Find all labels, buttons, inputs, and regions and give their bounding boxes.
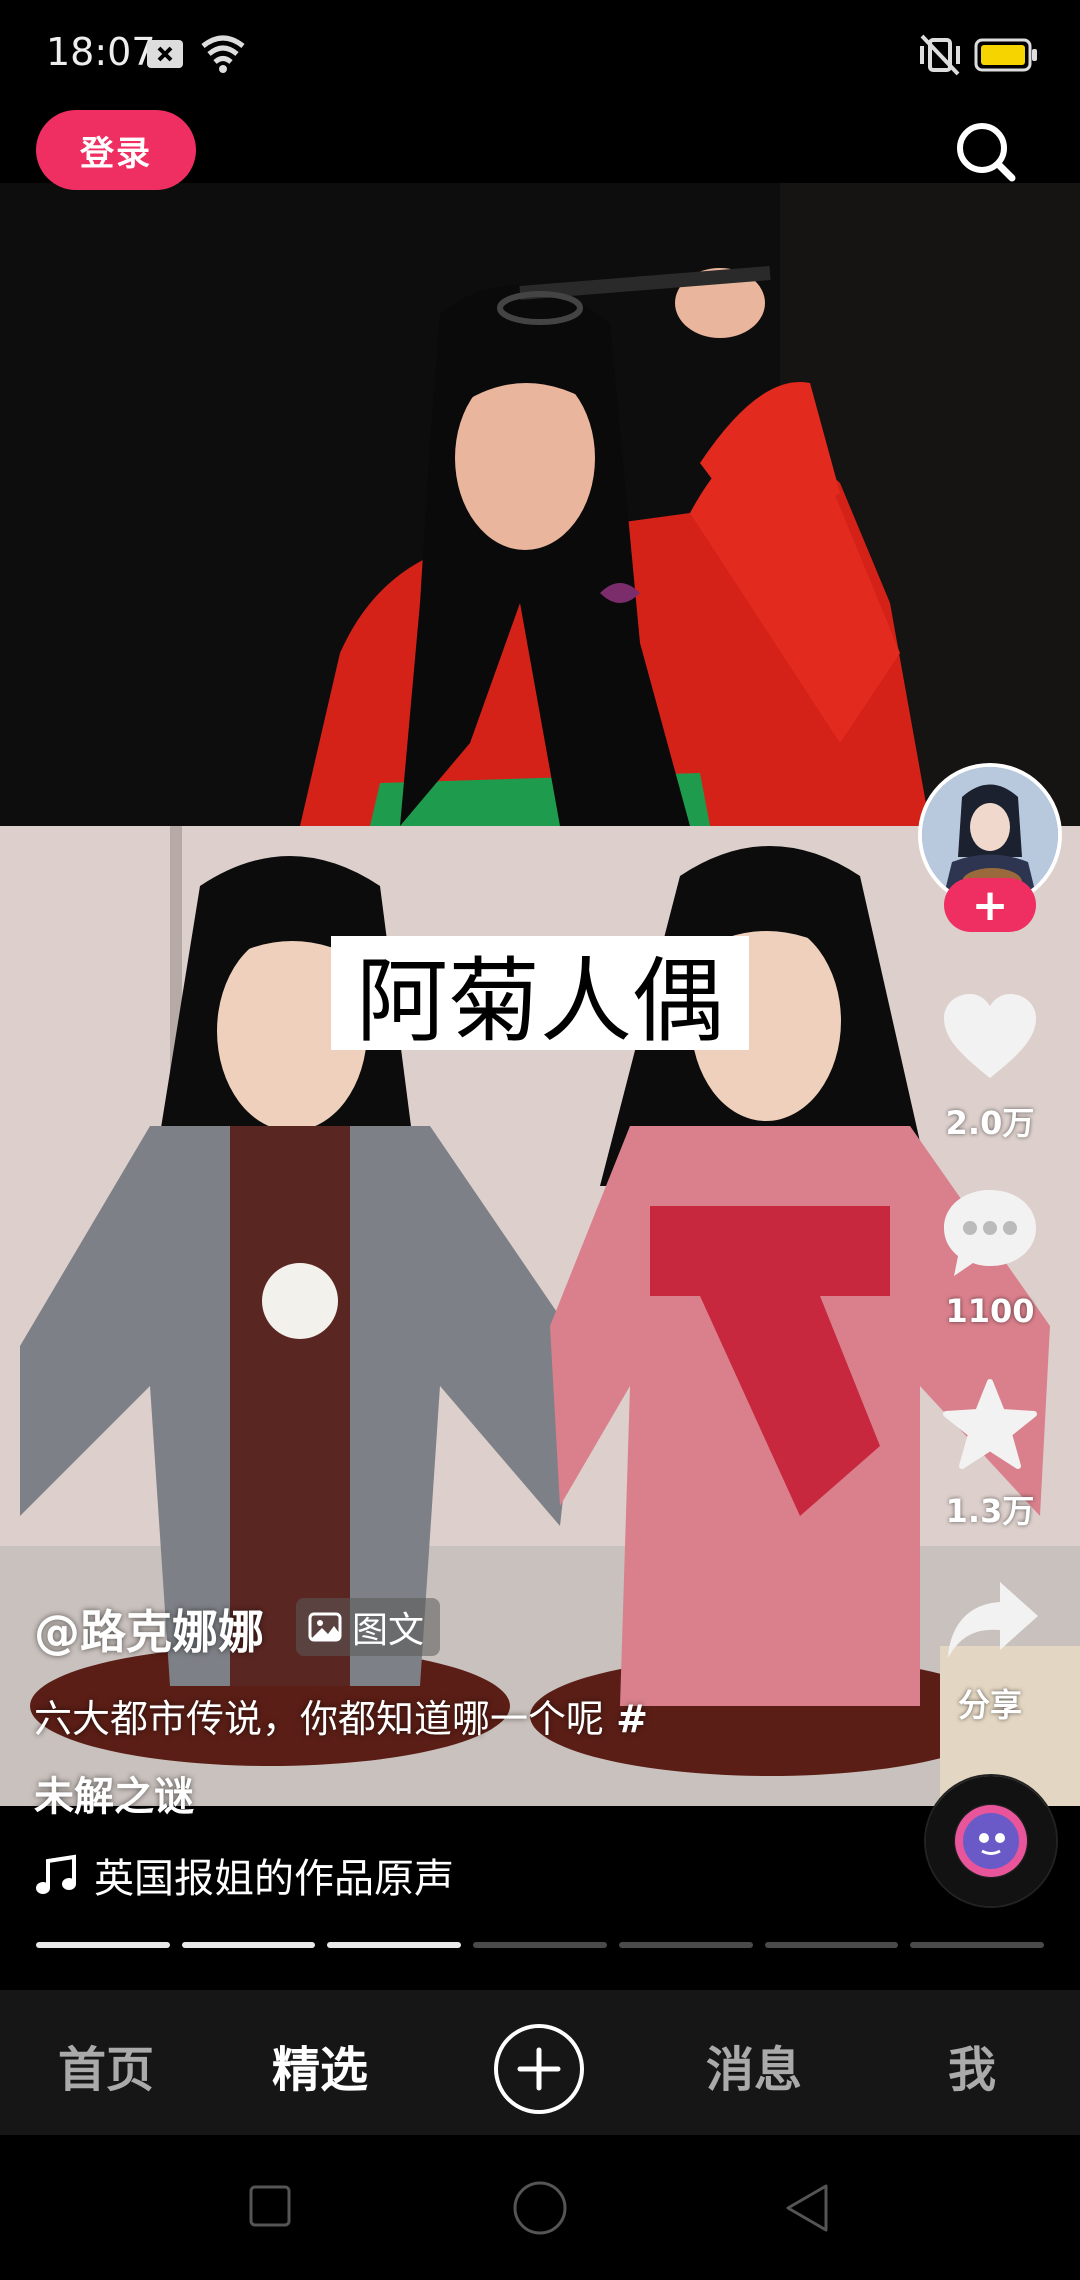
battery-icon (974, 38, 1037, 72)
wifi-icon (201, 35, 245, 73)
share-label: 分享 (957, 1686, 1022, 1724)
author-name[interactable]: @路克娜娜 (34, 1596, 264, 1662)
progress-segment (910, 1942, 1045, 1948)
star-icon[interactable] (940, 1378, 1040, 1474)
login-button[interactable]: 登录 (36, 110, 196, 190)
home-circle-icon[interactable] (512, 2180, 568, 2236)
favorite-count: 1.3万 (945, 1492, 1035, 1530)
girl-photo (0, 183, 1080, 826)
vibrate-off-icon (920, 34, 960, 76)
share-arrow-icon[interactable] (942, 1574, 1042, 1670)
plus-circle-icon (517, 2047, 561, 2091)
music-row[interactable]: 英国报姐的作品原声 (34, 1846, 454, 1904)
post-type-badge: 图文 (296, 1598, 441, 1656)
nav-messages[interactable]: 消息 (706, 2030, 802, 2100)
notification-x-icon (147, 40, 183, 68)
follow-button[interactable]: + (944, 878, 1036, 932)
music-disc[interactable] (926, 1776, 1056, 1906)
create-button[interactable] (494, 2024, 584, 2114)
status-time: 18:07 (46, 30, 156, 74)
post-image-top[interactable] (0, 183, 1080, 826)
search-icon[interactable] (950, 116, 1020, 186)
progress-segment (36, 1942, 170, 1948)
heart-icon[interactable] (940, 990, 1040, 1086)
comment-icon[interactable] (940, 1186, 1040, 1282)
image-icon (308, 1612, 342, 1642)
progress-segment (618, 1942, 753, 1948)
progress-segment (764, 1942, 899, 1948)
caption-text: 六大都市传说，你都知道哪一个呢 # (34, 1688, 914, 1743)
progress-segment (181, 1942, 316, 1948)
music-title: 英国报姐的作品原声 (94, 1856, 454, 1902)
hashtag-text[interactable]: 未解之谜 (34, 1764, 194, 1822)
overlay-title: 阿菊人偶 (331, 936, 749, 1055)
nav-featured[interactable]: 精选 (272, 2030, 368, 2100)
progress-segment (473, 1942, 607, 1948)
hashtag-mark[interactable]: # (616, 1697, 648, 1741)
comment-count: 1100 (945, 1292, 1035, 1330)
back-triangle-icon[interactable] (782, 2182, 834, 2234)
post-type-label: 图文 (352, 1610, 425, 1651)
recents-square-icon[interactable] (248, 2184, 292, 2228)
nav-home[interactable]: 首页 (58, 2030, 154, 2100)
music-note-icon (36, 1854, 76, 1894)
caption-body: 六大都市传说，你都知道哪一个呢 (34, 1697, 605, 1741)
progress-segment (327, 1942, 462, 1948)
nav-me[interactable]: 我 (948, 2030, 996, 2100)
disc-cover-icon (955, 1805, 1027, 1877)
image-progress-indicator (36, 1942, 1045, 1948)
like-count: 2.0万 (945, 1104, 1035, 1142)
